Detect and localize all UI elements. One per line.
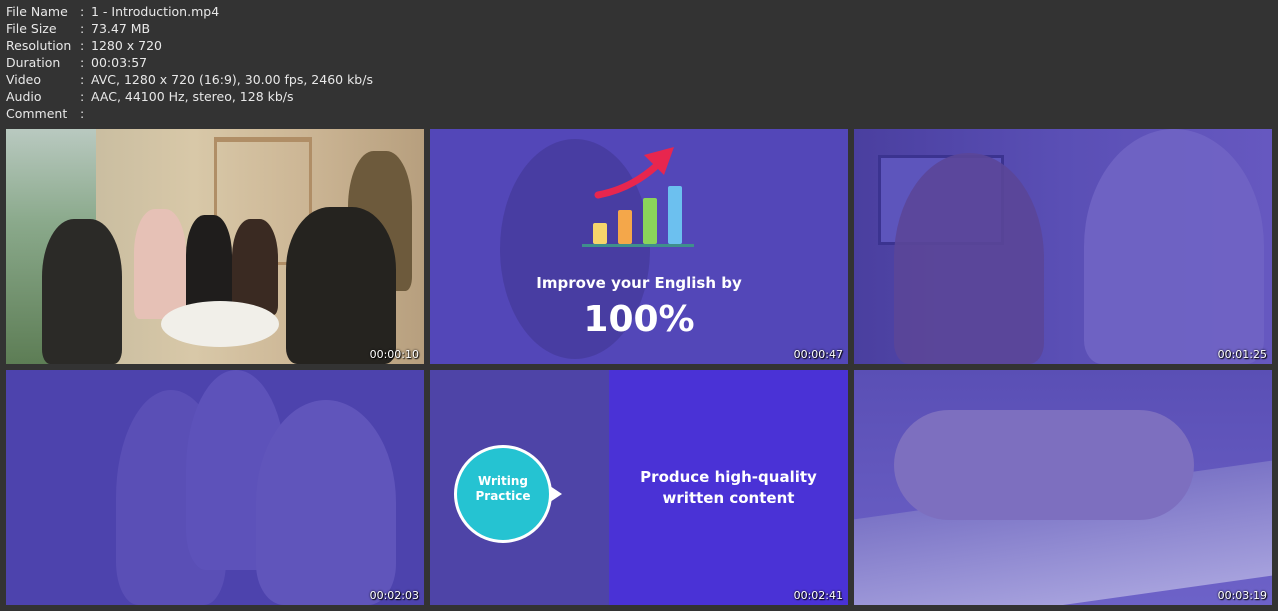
person-glasses bbox=[894, 153, 1044, 364]
meta-row-audio: Audio : AAC, 44100 Hz, stereo, 128 kb/s bbox=[6, 88, 373, 105]
caption-line1: Produce high-quality bbox=[640, 468, 817, 486]
video-thumbnail-5[interactable]: Writing Practice Produce high-quality wr… bbox=[430, 370, 848, 605]
meta-value: 1280 x 720 bbox=[91, 38, 163, 53]
file-metadata: File Name : 1 - Introduction.mp4 File Si… bbox=[6, 3, 373, 122]
meta-row-duration: Duration : 00:03:57 bbox=[6, 54, 373, 71]
meta-row-file-size: File Size : 73.47 MB bbox=[6, 20, 373, 37]
meta-separator: : bbox=[80, 89, 85, 104]
meta-separator: : bbox=[80, 21, 85, 36]
video-thumbnail-6[interactable]: 00:03:19 bbox=[854, 370, 1272, 605]
meta-key: File Size bbox=[6, 21, 57, 36]
meta-row-comment: Comment : bbox=[6, 105, 373, 122]
bubble-label: Writing Practice bbox=[454, 474, 552, 504]
meta-separator: : bbox=[80, 4, 85, 19]
meta-separator: : bbox=[80, 38, 85, 53]
thumbnail-timestamp: 00:02:03 bbox=[369, 589, 419, 602]
thumbnail-timestamp: 00:03:19 bbox=[1217, 589, 1267, 602]
meta-value: 00:03:57 bbox=[91, 55, 148, 70]
meta-value: 73.47 MB bbox=[91, 21, 151, 36]
meta-key: Resolution bbox=[6, 38, 72, 53]
chart-bar-3 bbox=[643, 198, 657, 244]
person-left bbox=[42, 219, 122, 364]
chart-bar-2 bbox=[618, 210, 632, 244]
meta-row-video: Video : AVC, 1280 x 720 (16:9), 30.00 fp… bbox=[6, 71, 373, 88]
meta-value: 1 - Introduction.mp4 bbox=[91, 4, 220, 19]
meta-value: AAC, 44100 Hz, stereo, 128 kb/s bbox=[91, 89, 294, 104]
person-back bbox=[286, 207, 396, 364]
thumbnail-timestamp: 00:00:47 bbox=[793, 348, 843, 361]
coffee-table bbox=[161, 301, 279, 347]
meta-row-file-name: File Name : 1 - Introduction.mp4 bbox=[6, 3, 373, 20]
video-thumbnail-3[interactable]: 00:01:25 bbox=[854, 129, 1272, 364]
video-thumbnail-1[interactable]: 00:00:10 bbox=[6, 129, 424, 364]
thumbnail-timestamp: 00:01:25 bbox=[1217, 348, 1267, 361]
meta-key: File Name bbox=[6, 4, 68, 19]
video-thumbnail-4[interactable]: 00:02:03 bbox=[6, 370, 424, 605]
meta-row-resolution: Resolution : 1280 x 720 bbox=[6, 37, 373, 54]
video-thumbnail-2[interactable]: Improve your English by 100% 00:00:47 bbox=[430, 129, 848, 364]
meta-value: AVC, 1280 x 720 (16:9), 30.00 fps, 2460 … bbox=[91, 72, 373, 87]
person-right bbox=[256, 400, 396, 605]
meta-separator: : bbox=[80, 72, 85, 87]
slide-percentage: 100% bbox=[583, 299, 695, 340]
thumbnail-grid: 00:00:10 Improve your English by 100% 00… bbox=[6, 129, 1272, 605]
thumbnail-timestamp: 00:00:10 bbox=[369, 348, 419, 361]
meta-separator: : bbox=[80, 55, 85, 70]
meta-key: Comment bbox=[6, 106, 68, 121]
meta-separator: : bbox=[80, 106, 85, 121]
chart-bar-1 bbox=[593, 223, 607, 244]
bubble-label-line1: Writing bbox=[477, 474, 529, 488]
slide-headline: Improve your English by bbox=[536, 274, 742, 292]
meta-key: Audio bbox=[6, 89, 42, 104]
person-curly-hair bbox=[1084, 129, 1264, 364]
chart-bar-4 bbox=[668, 186, 682, 244]
meta-key: Duration bbox=[6, 55, 61, 70]
trend-arrow bbox=[594, 163, 659, 199]
caption-line2: written content bbox=[662, 489, 795, 507]
chart-baseline bbox=[582, 244, 694, 247]
meta-key: Video bbox=[6, 72, 42, 87]
bubble-label-line2: Practice bbox=[475, 489, 531, 503]
person-seated bbox=[232, 219, 278, 315]
typing-hand bbox=[894, 410, 1194, 520]
thumbnail-timestamp: 00:02:41 bbox=[793, 589, 843, 602]
person-pink bbox=[134, 209, 186, 319]
person-black bbox=[186, 215, 232, 315]
slide-caption: Produce high-quality written content bbox=[609, 467, 848, 509]
